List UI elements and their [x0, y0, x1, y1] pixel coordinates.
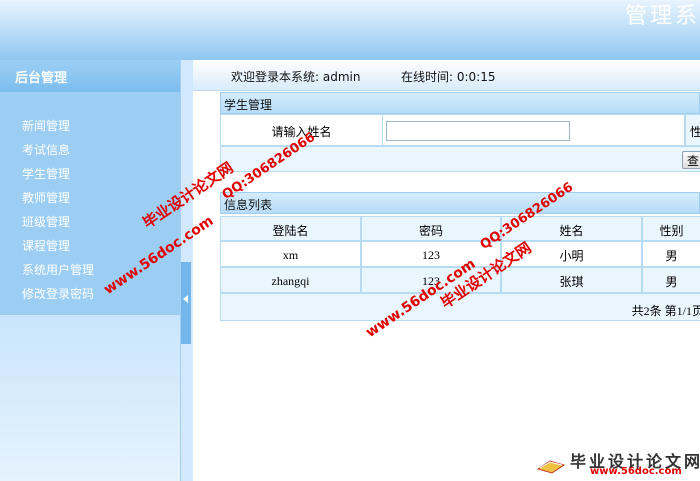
column-header-text: 姓名	[559, 224, 584, 238]
collapse-arrow-icon	[183, 295, 188, 303]
table-cell: 男	[642, 267, 700, 293]
sidebar-item-teachers[interactable]: 教师管理	[22, 189, 70, 206]
query-button[interactable]: 查	[682, 151, 700, 169]
search-panel-title: 学生管理	[224, 98, 273, 112]
sidebar: 后台管理 新闻管理 考试信息 学生管理 教师管理 班级管理 课程管理 系统用户管…	[0, 60, 180, 481]
table-cell: 张琪	[501, 267, 642, 293]
gender-label: 性	[690, 125, 700, 139]
book-logo-icon	[536, 460, 566, 474]
sidebar-item-exam[interactable]: 考试信息	[22, 141, 70, 158]
collapse-sidebar-handle[interactable]	[181, 262, 191, 344]
online-time: 在线时间: 0:0:15	[401, 70, 496, 84]
watermark-footer-url: www.56doc.com	[590, 466, 682, 477]
table-cell: xm	[220, 241, 361, 267]
cell-text: 男	[665, 249, 678, 263]
sidebar-header: 后台管理	[0, 60, 180, 93]
sidebar-item-system-users[interactable]: 系统用户管理	[22, 261, 94, 278]
column-header-text: 登陆名	[272, 224, 309, 238]
cell-text: 男	[665, 275, 678, 289]
column-header-gender: 性别	[642, 216, 700, 241]
table-cell: zhangqi	[220, 267, 361, 293]
system-title: 管理系	[624, 4, 700, 29]
sidebar-item-courses[interactable]: 课程管理	[22, 237, 70, 254]
top-banner: 管理系	[0, 0, 700, 60]
sidebar-item-news[interactable]: 新闻管理	[22, 117, 70, 134]
welcome-bar: 欢迎登录本系统: admin 在线时间: 0:0:15	[193, 60, 700, 91]
sidebar-menu: 新闻管理 考试信息 学生管理 教师管理 班级管理 课程管理 系统用户管理 修改登…	[0, 92, 180, 315]
table-cell: 男	[642, 241, 700, 267]
column-header-text: 密码	[418, 224, 443, 238]
sidebar-title: 后台管理	[15, 71, 68, 86]
gender-label-cell: 性	[685, 114, 700, 146]
sidebar-item-students[interactable]: 学生管理	[22, 165, 70, 182]
name-search-input[interactable]	[386, 121, 570, 141]
column-header-text: 性别	[659, 224, 684, 238]
list-panel-header: 信息列表	[220, 192, 700, 214]
sidebar-background	[0, 315, 180, 481]
cell-text: xm	[282, 248, 299, 262]
cell-text: 123	[422, 248, 440, 262]
column-header-password: 密码	[361, 216, 501, 241]
cell-text: 小明	[559, 249, 584, 263]
cell-text: zhangqi	[271, 274, 310, 288]
search-panel-header: 学生管理	[220, 92, 700, 114]
sidebar-item-classes[interactable]: 班级管理	[22, 213, 70, 230]
cell-text: 张琪	[559, 275, 584, 289]
pagination-text: 共2条 第1/1页	[631, 304, 700, 318]
welcome-text: 欢迎登录本系统: admin	[231, 70, 361, 84]
sidebar-item-change-password[interactable]: 修改登录密码	[22, 285, 94, 302]
column-header-login: 登陆名	[220, 216, 361, 241]
